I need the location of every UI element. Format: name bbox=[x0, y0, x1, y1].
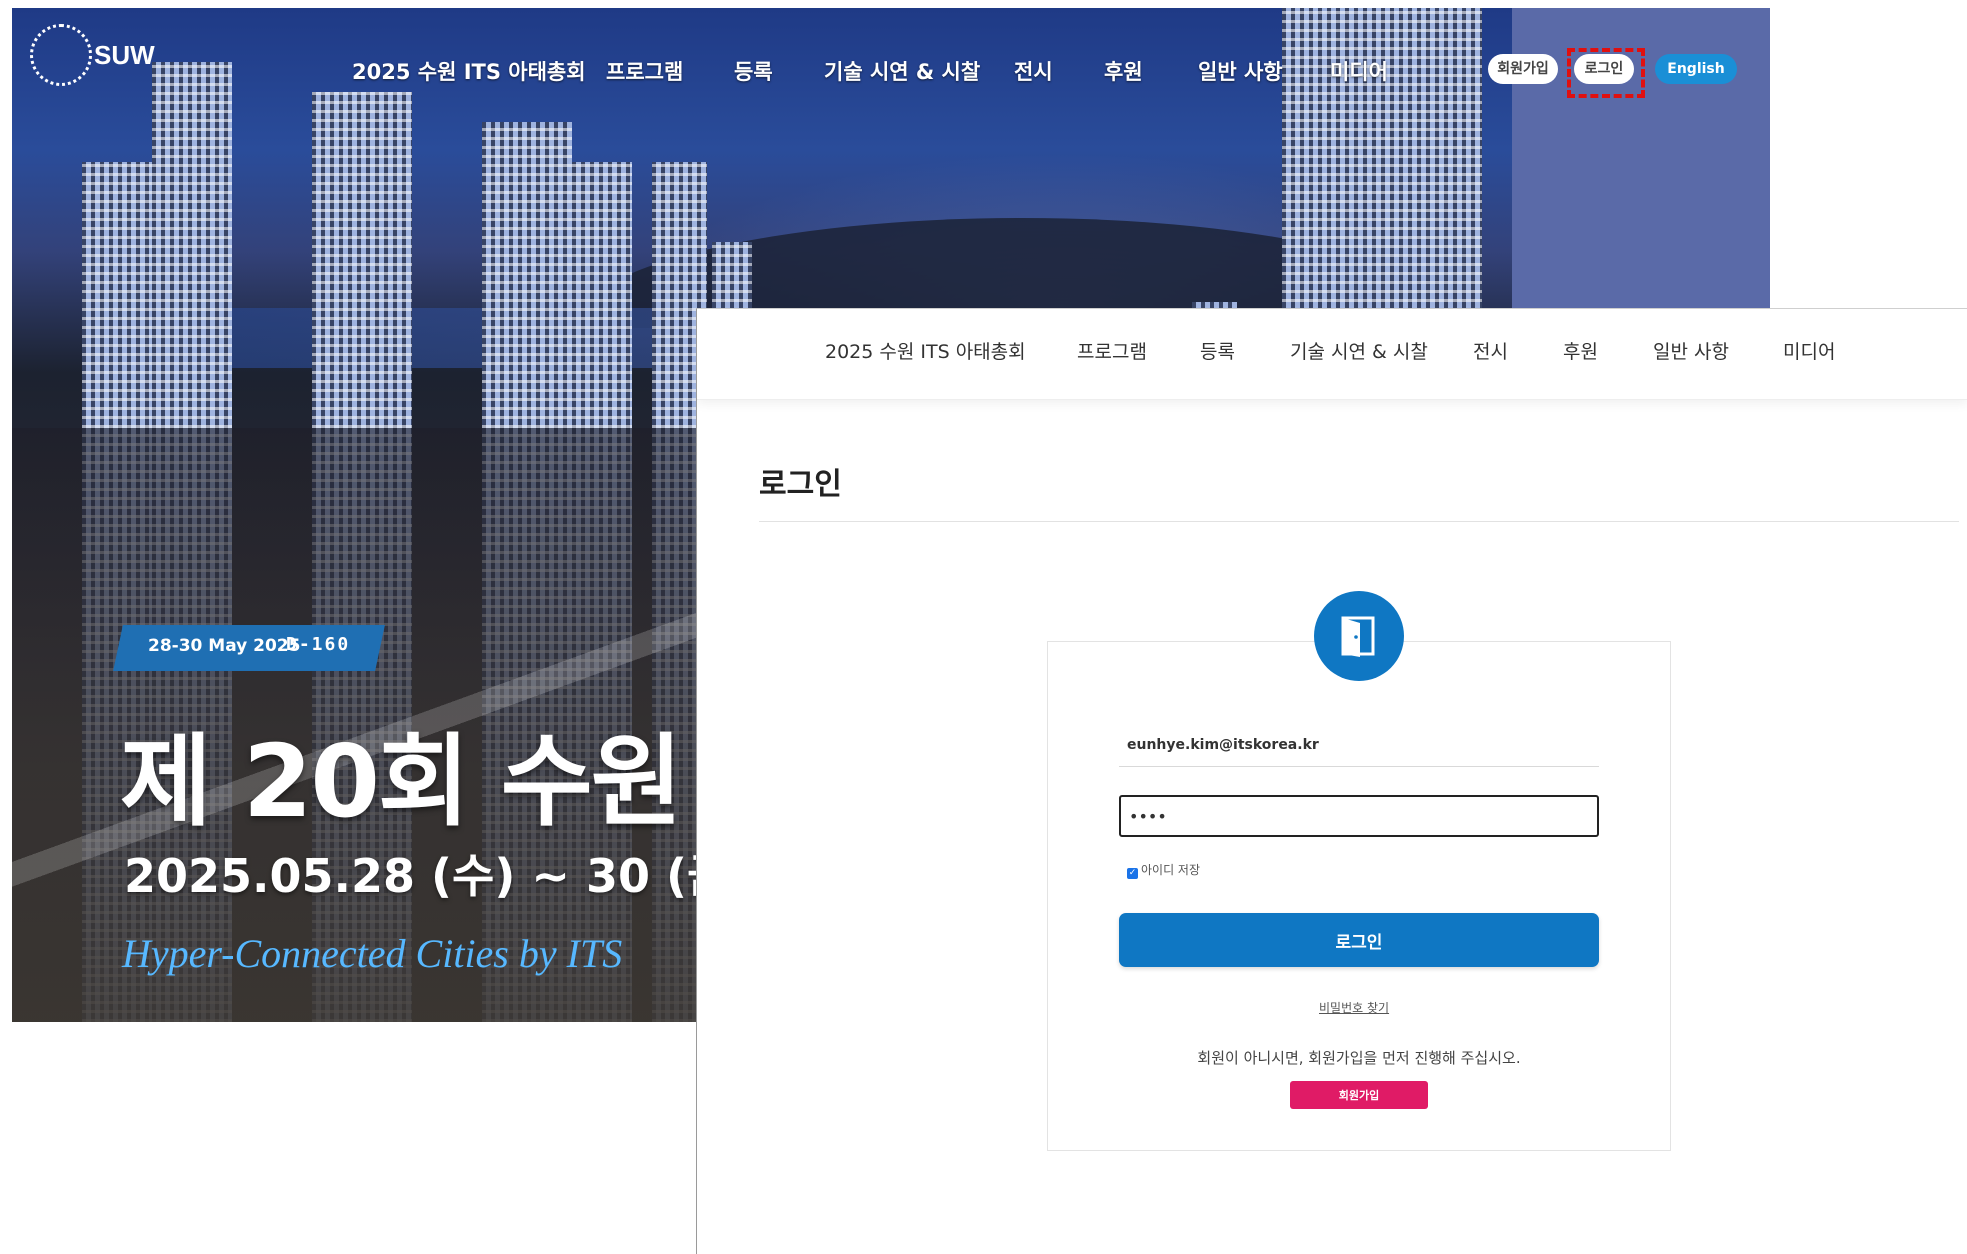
title-divider bbox=[759, 521, 1959, 522]
nav-item[interactable]: 프로그램 bbox=[1077, 337, 1147, 364]
hero-nav-item[interactable]: 일반 사항 bbox=[1198, 56, 1283, 86]
checkbox-checked-icon[interactable]: ✓ bbox=[1127, 868, 1138, 879]
nav-item[interactable]: 후원 bbox=[1563, 337, 1598, 364]
login-card bbox=[1047, 641, 1671, 1151]
nav-item[interactable]: 등록 bbox=[1200, 337, 1235, 364]
date-badge-text: 28-30 May 2025 bbox=[148, 636, 301, 656]
hero-signup-pill[interactable]: 회원가입 bbox=[1488, 54, 1558, 84]
hero-slogan: Hyper-Connected Cities by ITS bbox=[122, 931, 623, 976]
nav-item[interactable]: 전시 bbox=[1473, 337, 1508, 364]
signup-button[interactable]: 회원가입 bbox=[1290, 1081, 1428, 1109]
hero-nav-item[interactable]: 후원 bbox=[1104, 56, 1143, 86]
hero-nav-item[interactable]: 기술 시연 & 시찰 bbox=[824, 56, 980, 86]
nav-item[interactable]: 미디어 bbox=[1783, 337, 1835, 364]
nav-item[interactable]: 2025 수원 ITS 아태총회 bbox=[825, 337, 1026, 364]
remember-id-checkbox[interactable]: ✓ 아이디 저장 bbox=[1127, 861, 1200, 879]
hero-nav-item[interactable]: 2025 수원 ITS 아태총회 bbox=[352, 56, 586, 86]
signup-notice: 회원이 아니시면, 회원가입을 먼저 진행해 주십시오. bbox=[1197, 1049, 1521, 1067]
login-page-screenshot: 2025 수원 ITS 아태총회 프로그램 등록 기술 시연 & 시찰 전시 후… bbox=[696, 308, 1967, 1254]
nav-item[interactable]: 기술 시연 & 시찰 bbox=[1290, 337, 1428, 364]
login-highlight-annotation bbox=[1567, 48, 1645, 98]
nav-item[interactable]: 일반 사항 bbox=[1653, 337, 1729, 364]
door-open-icon-graphic bbox=[1341, 616, 1375, 657]
hero-nav-item[interactable]: 등록 bbox=[734, 56, 773, 86]
english-pill[interactable]: English bbox=[1655, 54, 1737, 84]
remember-id-label: 아이디 저장 bbox=[1141, 863, 1201, 877]
page-title: 로그인 bbox=[759, 467, 842, 502]
top-nav: 2025 수원 ITS 아태총회 프로그램 등록 기술 시연 & 시찰 전시 후… bbox=[697, 309, 1967, 400]
email-field[interactable] bbox=[1119, 723, 1599, 767]
door-open-icon bbox=[1314, 591, 1404, 681]
dday-counter: D-160 bbox=[286, 634, 351, 655]
find-password-link[interactable]: 비밀번호 찾기 bbox=[1319, 999, 1389, 1016]
hero-nav-item[interactable]: 전시 bbox=[1014, 56, 1053, 86]
login-button[interactable]: 로그인 bbox=[1119, 913, 1599, 967]
hero-nav-item[interactable]: 프로그램 bbox=[606, 56, 683, 86]
hero-nav-item[interactable]: 미디어 bbox=[1330, 56, 1388, 86]
hero-title-main: 제 20회 수원 bbox=[120, 723, 714, 840]
password-field[interactable] bbox=[1119, 795, 1599, 837]
